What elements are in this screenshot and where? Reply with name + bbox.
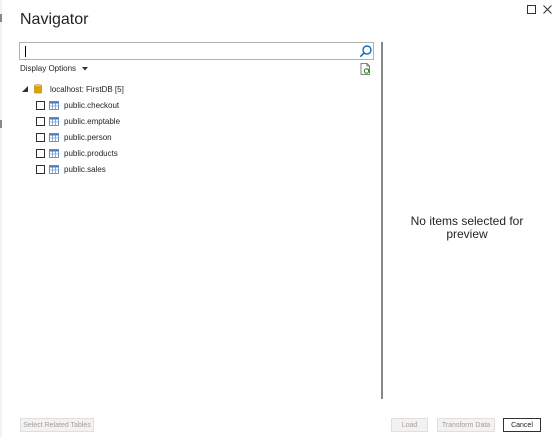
table-icon [49,148,59,158]
close-icon [542,4,552,14]
table-label: public.sales [64,164,106,174]
tree-item[interactable]: public.emptable [36,114,120,128]
table-icon [49,100,59,110]
expand-triangle-icon[interactable] [22,86,28,92]
cancel-button[interactable]: Cancel [503,418,541,432]
table-icon [49,164,59,174]
text-caret [25,46,26,57]
display-options-label: Display Options [20,64,77,73]
table-label: public.checkout [64,100,120,110]
database-icon [34,84,42,94]
close-button[interactable] [540,2,552,16]
select-related-tables-button[interactable]: Select Related Tables [20,418,94,432]
transform-data-button[interactable]: Transform Data [437,418,495,432]
search-box [19,42,374,60]
dialog-title: Navigator [20,11,89,28]
tree-item[interactable]: public.person [36,130,112,144]
edge-tick [0,120,2,128]
tree-item[interactable]: public.sales [36,162,106,176]
refresh-icon[interactable] [360,63,371,75]
table-label: public.products [64,148,118,158]
table-label: public.emptable [64,116,121,126]
tree-root-row[interactable]: localhost: FirstDB [5] [22,82,124,96]
table-checkbox[interactable] [36,148,45,158]
table-checkbox[interactable] [36,164,45,174]
table-icon [49,116,59,126]
table-icon [49,132,59,142]
preview-empty-message: No items selected for preview [410,214,524,241]
tree-root-label: localhost: FirstDB [5] [50,84,124,94]
tree-item[interactable]: public.checkout [36,98,119,112]
maximize-button[interactable] [524,2,538,16]
pane-splitter[interactable] [381,42,383,399]
tree-item[interactable]: public.products [36,146,118,160]
table-label: public.person [64,132,112,142]
display-options-dropdown[interactable]: Display Options [20,64,89,73]
load-button[interactable]: Load [391,418,428,432]
maximize-icon [526,4,536,14]
search-icon[interactable] [359,44,373,58]
edge-tick [0,14,2,22]
navigator-window: Navigator Display Options localhost: Fir… [0,0,552,437]
table-checkbox[interactable] [36,100,45,110]
search-input[interactable] [20,43,353,59]
left-window-edge [0,0,2,437]
table-checkbox[interactable] [36,132,45,142]
chevron-down-icon [82,66,89,70]
table-checkbox[interactable] [36,116,45,126]
